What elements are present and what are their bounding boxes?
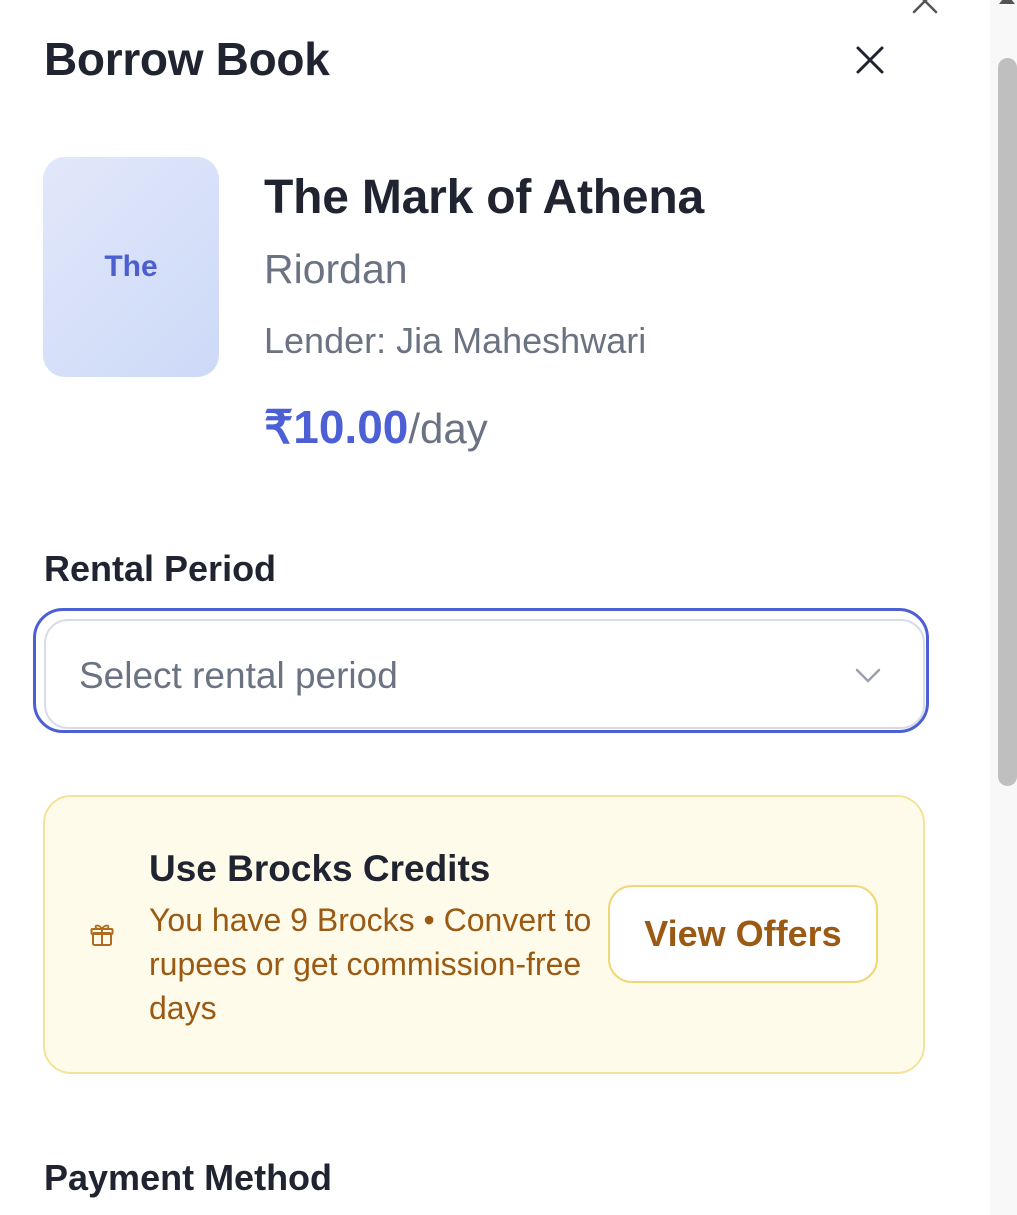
rental-period-placeholder: Select rental period bbox=[79, 655, 398, 696]
close-icon-behind bbox=[912, 0, 938, 14]
book-title: The Mark of Athena bbox=[264, 171, 705, 224]
gift-icon bbox=[90, 924, 114, 946]
price-amount: ₹10.00 bbox=[264, 401, 409, 453]
price-unit: /day bbox=[408, 405, 488, 452]
payment-method-label: Payment Method bbox=[44, 1157, 333, 1198]
chevron-down-icon bbox=[855, 668, 881, 683]
view-offers-button[interactable]: View Offers bbox=[608, 885, 878, 983]
book-cover: The bbox=[43, 157, 219, 377]
close-icon[interactable] bbox=[848, 38, 892, 82]
scroll-up-arrow-icon[interactable] bbox=[996, 0, 1017, 10]
credits-title: Use Brocks Credits bbox=[149, 848, 491, 889]
credits-description: You have 9 Brocks • Convert to rupees or… bbox=[149, 902, 592, 1026]
book-lender: Lender: Jia Maheshwari bbox=[264, 320, 647, 361]
rental-period-label: Rental Period bbox=[44, 548, 277, 589]
book-cover-text: The bbox=[104, 250, 158, 283]
book-author: Riordan bbox=[264, 246, 408, 292]
borrow-book-dialog: Borrow Book The The Mark of Athena Riord… bbox=[0, 0, 990, 1215]
price-row: ₹10.00/day bbox=[264, 400, 488, 454]
dialog-title: Borrow Book bbox=[44, 33, 330, 85]
scrollbar-thumb[interactable] bbox=[998, 58, 1017, 786]
